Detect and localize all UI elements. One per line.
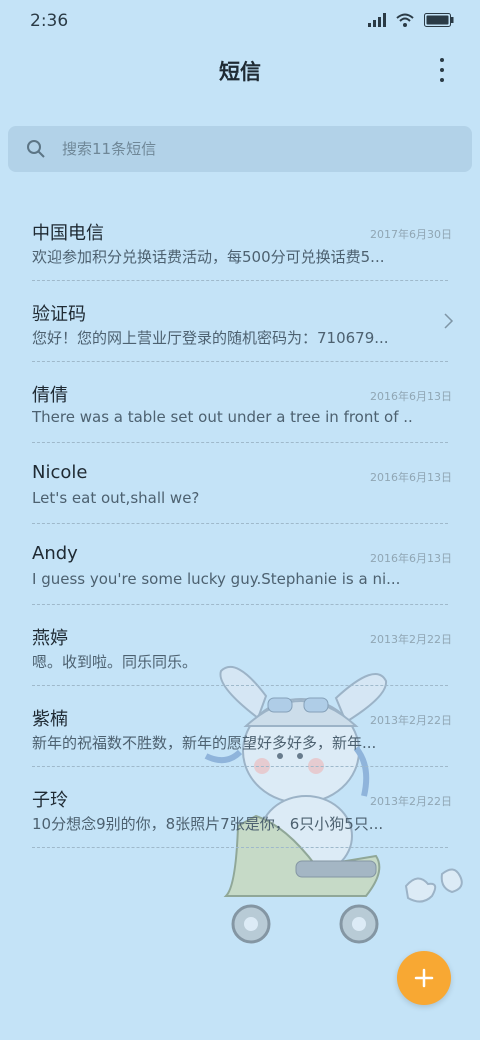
conversation-item[interactable]: 倩倩 2016年6月13日 There was a table set out … bbox=[32, 362, 452, 443]
search-icon bbox=[27, 140, 45, 158]
contact-name: 验证码 bbox=[32, 304, 86, 325]
contact-name: Nicole bbox=[32, 462, 88, 483]
wifi-icon bbox=[396, 12, 414, 31]
message-preview: There was a table set out under a tree i… bbox=[32, 408, 412, 426]
conversation-item[interactable]: Andy 2016年6月13日 I guess you're some luck… bbox=[32, 524, 452, 605]
message-date: 2016年6月13日 bbox=[370, 471, 452, 484]
contact-name: 紫楠 bbox=[32, 709, 68, 730]
message-preview: 欢迎参加积分兑换话费活动，每500分可兑换话费5... bbox=[32, 248, 385, 266]
message-date: 2016年6月13日 bbox=[370, 390, 452, 403]
new-message-button[interactable] bbox=[397, 951, 451, 1005]
message-date: 2013年2月22日 bbox=[370, 714, 452, 727]
battery-icon bbox=[424, 12, 454, 31]
conversation-item[interactable]: 中国电信 2017年6月30日 欢迎参加积分兑换话费活动，每500分可兑换话费5… bbox=[32, 200, 452, 281]
header: 短信 bbox=[0, 44, 480, 96]
search-input[interactable] bbox=[60, 139, 424, 159]
conversation-item[interactable]: 验证码 您好！您的网上营业厅登录的随机密码为：710679... bbox=[32, 281, 454, 362]
message-preview: 10分想念9别的你，8张照片7张是你，6只小狗5只... bbox=[32, 815, 384, 833]
message-preview: I guess you're some lucky guy.Stephanie … bbox=[32, 570, 401, 588]
message-date: 2013年2月22日 bbox=[370, 633, 452, 646]
contact-name: 倩倩 bbox=[32, 385, 68, 406]
status-time: 2:36 bbox=[30, 11, 69, 31]
status-icons bbox=[368, 12, 454, 31]
contact-name: 子玲 bbox=[32, 790, 68, 811]
chevron-right-icon bbox=[444, 313, 454, 329]
status-bar: 2:36 bbox=[0, 0, 480, 44]
conversation-item[interactable]: 子玲 2013年2月22日 10分想念9别的你，8张照片7张是你，6只小狗5只.… bbox=[32, 767, 452, 848]
message-preview: 嗯。收到啦。同乐同乐。 bbox=[32, 653, 198, 671]
conversation-item[interactable]: Nicole 2016年6月13日 Let's eat out,shall we… bbox=[32, 443, 452, 524]
contact-name: Andy bbox=[32, 543, 78, 564]
page-title: 短信 bbox=[219, 60, 261, 84]
message-date: 2013年2月22日 bbox=[370, 795, 452, 808]
plus-icon bbox=[414, 968, 434, 988]
search-bar[interactable] bbox=[8, 126, 472, 172]
message-preview: 新年的祝福数不胜数，新年的愿望好多好多，新年... bbox=[32, 734, 377, 752]
message-date: 2017年6月30日 bbox=[370, 228, 452, 241]
conversation-item[interactable]: 紫楠 2013年2月22日 新年的祝福数不胜数，新年的愿望好多好多，新年... bbox=[32, 686, 452, 767]
message-preview: 您好！您的网上营业厅登录的随机密码为：710679... bbox=[32, 329, 389, 347]
contact-name: 中国电信 bbox=[32, 223, 104, 244]
conversation-item[interactable]: 燕婷 2013年2月22日 嗯。收到啦。同乐同乐。 bbox=[32, 605, 452, 686]
more-icon[interactable] bbox=[432, 58, 452, 82]
message-date: 2016年6月13日 bbox=[370, 552, 452, 565]
contact-name: 燕婷 bbox=[32, 628, 68, 649]
message-preview: Let's eat out,shall we? bbox=[32, 489, 200, 507]
signal-icon bbox=[368, 12, 386, 31]
conversation-list: 中国电信 2017年6月30日 欢迎参加积分兑换话费活动，每500分可兑换话费5… bbox=[0, 200, 480, 848]
